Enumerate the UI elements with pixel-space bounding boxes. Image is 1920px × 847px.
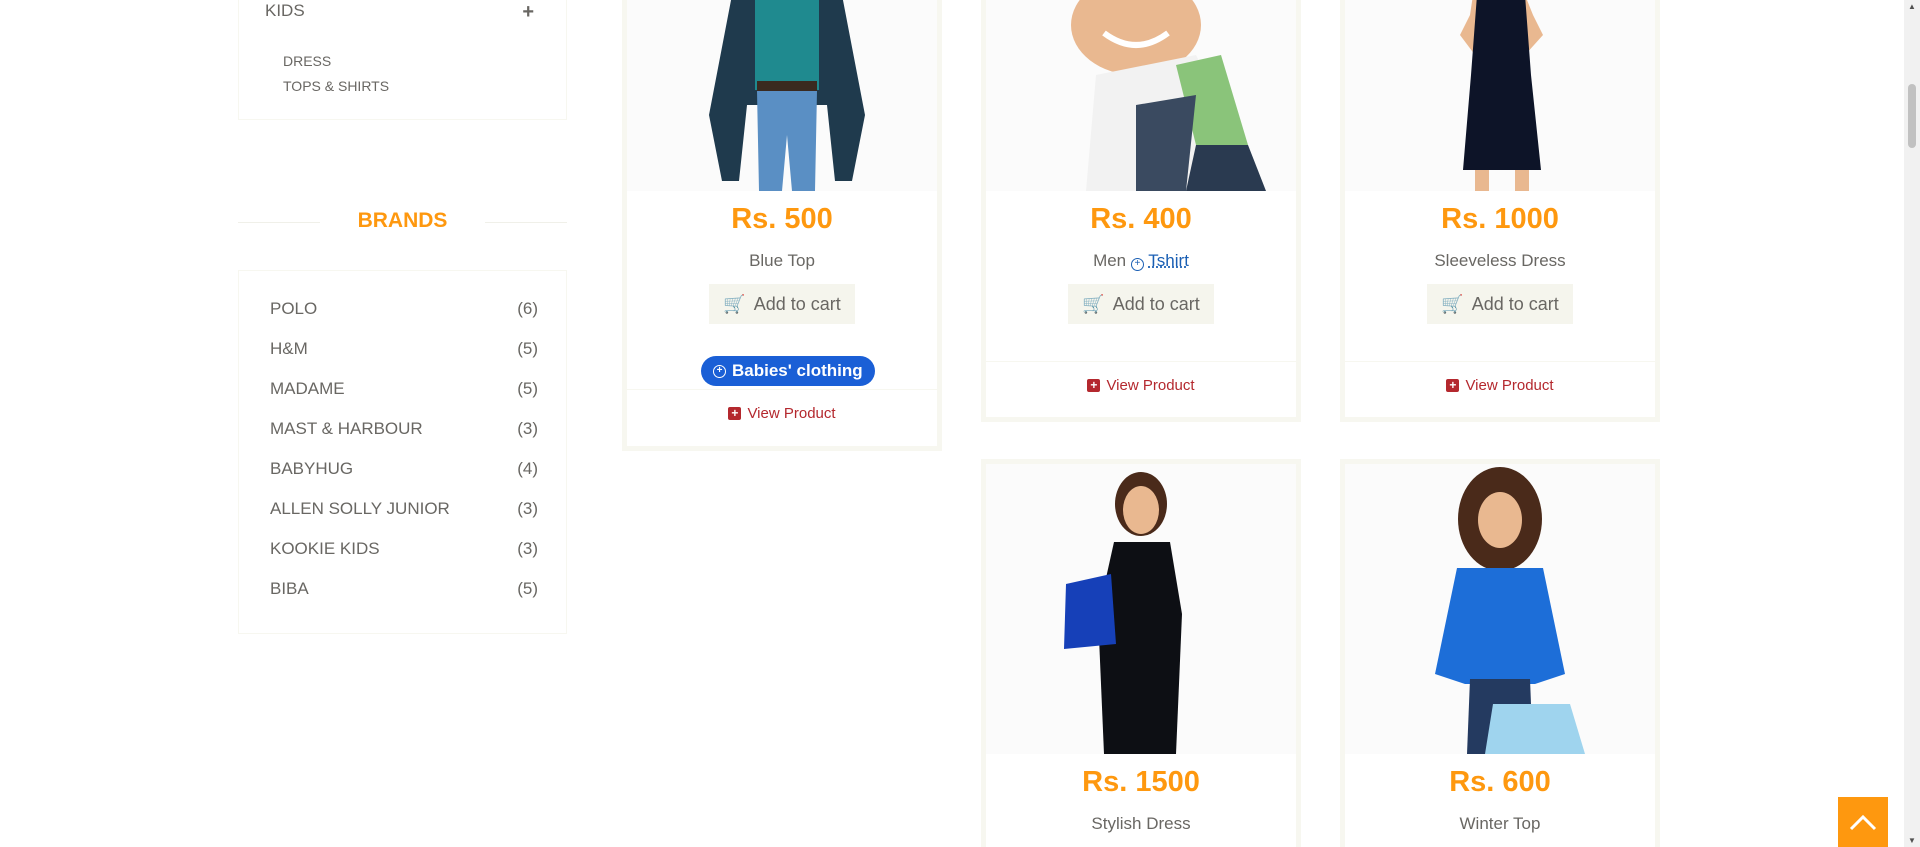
scrollbar-thumb[interactable]: [1908, 84, 1916, 148]
brand-name: H&M: [270, 339, 308, 358]
brand-name: POLO: [270, 299, 318, 318]
product-card: Rs. 1500 Stylish Dress: [981, 459, 1301, 847]
brand-kookie-kids[interactable]: KOOKIE KIDS (3): [270, 539, 538, 563]
brand-count: (3): [517, 419, 538, 438]
cart-icon: 🛒: [1441, 293, 1464, 314]
brand-count: (6): [517, 299, 538, 318]
add-to-cart-button[interactable]: 🛒 Add to cart: [709, 284, 855, 324]
product-price: Rs. 400: [1090, 203, 1192, 235]
product-image: [986, 464, 1296, 754]
brand-name: ALLEN SOLLY JUNIOR: [270, 499, 450, 518]
scroll-to-top-button[interactable]: [1838, 797, 1888, 847]
view-product-link[interactable]: + View Product: [627, 405, 937, 422]
category-kids[interactable]: KIDS: [265, 1, 305, 21]
brand-biba[interactable]: BIBA (5): [270, 579, 538, 603]
add-to-cart-button[interactable]: 🛒 Add to cart: [1068, 284, 1214, 324]
divider: [1345, 361, 1655, 362]
view-product-label: View Product: [1465, 377, 1554, 394]
brand-mast-harbour[interactable]: MAST & HARBOUR (3): [270, 419, 538, 443]
add-to-cart-label: Add to cart: [1471, 293, 1559, 314]
scroll-up-arrow-icon[interactable]: ▲: [1908, 2, 1916, 11]
cart-icon: 🛒: [1082, 293, 1105, 314]
view-product-link[interactable]: + View Product: [986, 377, 1296, 394]
product-name: Winter Top: [1459, 814, 1541, 833]
view-product-link[interactable]: + View Product: [1345, 377, 1655, 394]
product-card: Rs. 1000 Sleeveless Dress 🛒 Add to cart …: [1340, 0, 1660, 422]
category-badge[interactable]: + Babies' clothing: [701, 356, 875, 386]
circle-plus-icon: +: [1130, 258, 1144, 271]
brand-count: (5): [517, 379, 538, 398]
chevron-up-icon: [1849, 814, 1877, 831]
brand-madame[interactable]: MADAME (5): [270, 379, 538, 403]
product-name-link[interactable]: Tshirt: [1148, 251, 1189, 270]
brand-count: (3): [517, 539, 538, 558]
brand-name: BABYHUG: [270, 459, 354, 478]
product-name: Men + Tshirt: [986, 251, 1296, 271]
divider: [627, 389, 937, 390]
brand-count: (4): [517, 459, 538, 478]
product-name: Stylish Dress: [1091, 814, 1191, 833]
scroll-down-arrow-icon[interactable]: ▼: [1908, 836, 1916, 845]
plus-square-icon: +: [1446, 379, 1460, 392]
product-card: Rs. 600 Winter Top: [1340, 459, 1660, 847]
vertical-scrollbar[interactable]: ▲ ▼: [1904, 0, 1920, 847]
brands-heading: BRANDS: [238, 205, 567, 235]
add-to-cart-label: Add to cart: [753, 293, 841, 314]
brand-count: (3): [517, 499, 538, 518]
brand-allen-solly-junior[interactable]: ALLEN SOLLY JUNIOR (3): [270, 499, 538, 523]
brand-name: MAST & HARBOUR: [270, 419, 423, 438]
plus-square-icon: +: [728, 407, 742, 420]
expand-icon[interactable]: +: [522, 1, 534, 24]
product-price: Rs. 500: [731, 203, 833, 235]
product-price: Rs. 1500: [1082, 766, 1200, 798]
subcategory-dress[interactable]: DRESS: [283, 53, 331, 69]
product-name-prefix: Men: [1093, 251, 1127, 270]
product-name: Blue Top: [749, 251, 815, 270]
product-card: Rs. 400 Men + Tshirt 🛒 Add to cart + Vie…: [981, 0, 1301, 422]
brand-name: BIBA: [270, 579, 309, 598]
brand-name: MADAME: [270, 379, 345, 398]
cart-icon: 🛒: [723, 293, 746, 314]
brand-hm[interactable]: H&M (5): [270, 339, 538, 363]
brand-count: (5): [517, 339, 538, 358]
product-price: Rs. 1000: [1441, 203, 1559, 235]
category-panel: KIDS + DRESS TOPS & SHIRTS: [238, 0, 567, 120]
brand-polo[interactable]: POLO (6): [270, 299, 538, 323]
subcategory-tops-shirts[interactable]: TOPS & SHIRTS: [283, 78, 389, 94]
brands-title: BRANDS: [357, 209, 448, 232]
product-card: Rs. 500 Blue Top 🛒 Add to cart + Babies'…: [622, 0, 942, 451]
product-image: [1345, 0, 1655, 191]
view-product-label: View Product: [1106, 377, 1195, 394]
product-image: [627, 0, 937, 191]
view-product-label: View Product: [747, 405, 836, 422]
plus-square-icon: +: [1087, 379, 1101, 392]
add-to-cart-button[interactable]: 🛒 Add to cart: [1427, 284, 1573, 324]
brand-babyhug[interactable]: BABYHUG (4): [270, 459, 538, 483]
brand-count: (5): [517, 579, 538, 598]
brands-list: POLO (6) H&M (5) MADAME (5) MAST & HARBOUR (…: [238, 270, 567, 634]
add-to-cart-label: Add to cart: [1112, 293, 1200, 314]
divider: [986, 361, 1296, 362]
circle-plus-icon: +: [713, 364, 726, 378]
brand-name: KOOKIE KIDS: [270, 539, 380, 558]
product-name: Sleeveless Dress: [1434, 251, 1566, 270]
badge-label: Babies' clothing: [732, 361, 863, 380]
product-price: Rs. 600: [1449, 766, 1551, 798]
product-image: [1345, 464, 1655, 754]
product-image: [986, 0, 1296, 191]
